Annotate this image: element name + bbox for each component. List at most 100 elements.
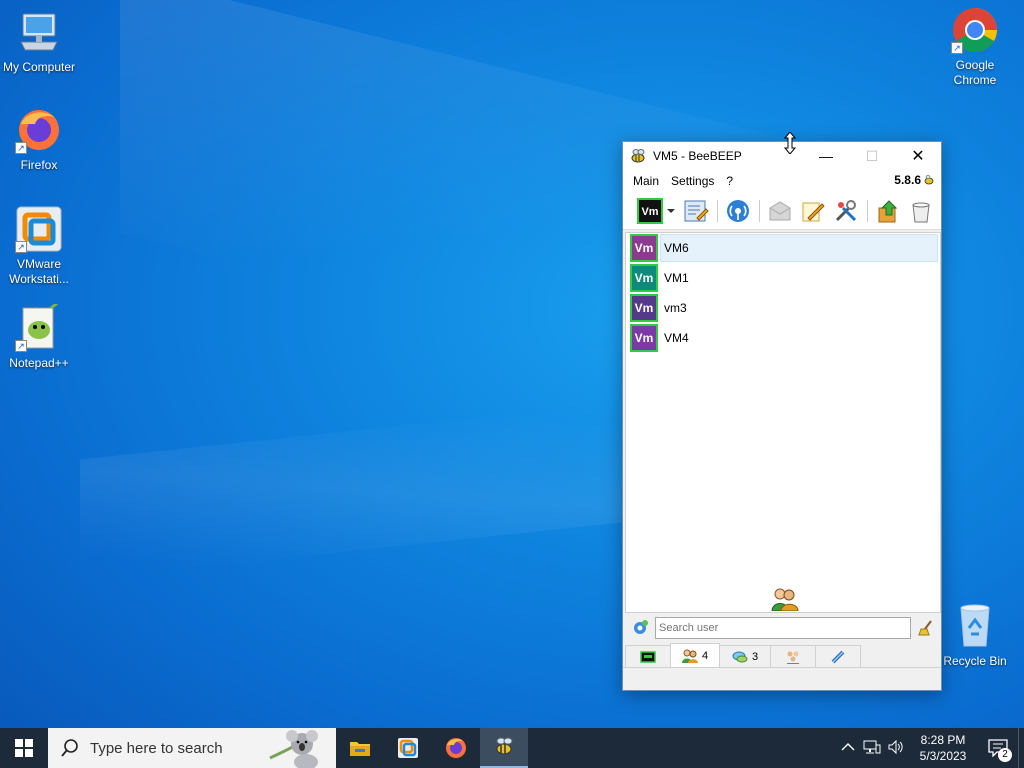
desktop-icon-chrome[interactable]: ↗ Google Chrome — [936, 6, 1014, 88]
desktop-icon-label: Firefox — [20, 158, 58, 172]
taskbar-file-explorer[interactable] — [336, 728, 384, 768]
clock-date: 5/3/2023 — [919, 749, 967, 763]
files-icon — [831, 650, 845, 663]
tab-files[interactable] — [815, 645, 861, 667]
taskbar-firefox[interactable] — [432, 728, 480, 768]
menu-settings[interactable]: Settings — [665, 174, 720, 188]
firefox-icon — [446, 738, 466, 758]
desktop-icon-firefox[interactable]: ↗ Firefox — [0, 106, 78, 173]
bee-icon — [496, 737, 513, 755]
upload-share-icon[interactable] — [874, 197, 902, 225]
menu-help[interactable]: ? — [720, 174, 739, 188]
toolbar-separator — [717, 199, 718, 222]
computer-icon — [15, 8, 63, 56]
desktop-icon-notepadpp[interactable]: ↗ Notepad++ — [0, 298, 78, 371]
taskbar-vmware[interactable] — [384, 728, 432, 768]
resize-cursor-icon — [783, 131, 797, 155]
clear-basket-icon[interactable] — [907, 197, 935, 225]
edit-profile-icon[interactable] — [682, 197, 710, 225]
groups-icon — [787, 651, 799, 664]
write-note-icon[interactable] — [799, 197, 827, 225]
desktop-icon-my-computer[interactable]: My Computer — [0, 8, 78, 75]
windows-logo-icon — [15, 739, 33, 757]
people-icon — [770, 587, 800, 612]
tab-users[interactable]: 4 — [670, 643, 720, 667]
user-row[interactable]: Vm VM4 — [626, 323, 940, 353]
shortcut-arrow-icon: ↗ — [951, 42, 963, 54]
svg-text:Vm: Vm — [641, 206, 658, 218]
clear-search-icon[interactable] — [917, 619, 935, 637]
notification-center-button[interactable]: 2 — [978, 728, 1018, 768]
volume-icon[interactable] — [884, 739, 908, 758]
toolbar-separator — [867, 199, 868, 222]
shortcut-arrow-icon: ↗ — [15, 142, 27, 154]
clock[interactable]: 8:28 PM 5/3/2023 — [908, 732, 978, 764]
notepadpp-icon: ↗ — [15, 298, 63, 352]
search-row — [623, 614, 941, 642]
message-disabled-icon — [766, 197, 794, 225]
search-placeholder: Type here to search — [90, 739, 223, 757]
close-button[interactable]: ✕ — [895, 142, 941, 170]
toolbar: Vm — [623, 192, 941, 230]
user-name: VM6 — [660, 234, 938, 262]
user-name: VM4 — [664, 331, 689, 345]
tab-computer[interactable] — [625, 645, 671, 667]
chat-icon — [732, 651, 748, 662]
desktop-icon-vmware[interactable]: ↗ VMware Workstati... — [0, 205, 78, 287]
users-icon — [681, 649, 698, 663]
folder-icon — [350, 742, 370, 756]
chevron-up-icon[interactable] — [836, 741, 860, 755]
user-row[interactable]: Vm vm3 — [626, 293, 940, 323]
desktop-icon-label: VMware Workstati... — [9, 257, 69, 286]
tab-groups[interactable] — [770, 645, 816, 667]
user-name: VM1 — [664, 271, 689, 285]
desktop-icon-label: My Computer — [2, 60, 76, 74]
recycle-bin-icon — [951, 602, 999, 650]
bee-small-icon — [924, 175, 934, 185]
start-button[interactable] — [0, 728, 48, 768]
desktop-icon-recycle-bin[interactable]: Recycle Bin — [936, 602, 1014, 669]
desktop-icon-label: Google Chrome — [953, 58, 997, 87]
toolbar-separator — [759, 199, 760, 222]
minimize-button[interactable]: — — [803, 142, 849, 170]
chrome-icon: ↗ — [951, 6, 999, 54]
desktop-icon-label: Notepad++ — [9, 356, 69, 370]
clock-time: 8:28 PM — [920, 733, 966, 747]
title-bar[interactable]: VM5 - BeeBEEP — ☐ ✕ — [623, 142, 941, 170]
window-title: VM5 - BeeBEEP — [653, 149, 742, 163]
vmware-icon: ↗ — [15, 205, 63, 253]
tab-chats[interactable]: 3 — [719, 645, 771, 667]
user-avatar: Vm — [630, 264, 658, 292]
system-tray: 8:28 PM 5/3/2023 2 — [836, 728, 1024, 768]
show-desktop-button[interactable] — [1018, 728, 1024, 768]
user-row[interactable]: Vm VM1 — [626, 263, 940, 293]
user-avatar: Vm — [630, 234, 658, 262]
notification-count-badge: 2 — [998, 748, 1012, 762]
user-list[interactable]: Vm VM6 Vm VM1 Vm vm3 Vm VM4 — [625, 232, 941, 613]
user-row[interactable]: Vm VM6 — [626, 233, 940, 263]
desktop-icon-label: Recycle Bin — [943, 654, 1007, 668]
version-text: 5.8.6 — [894, 173, 921, 187]
tools-icon[interactable] — [832, 197, 860, 225]
menu-bar: Main Settings ? 5.8.6 — [623, 170, 941, 192]
user-avatar: Vm — [630, 324, 658, 352]
status-dropdown-button[interactable]: Vm — [637, 197, 677, 225]
network-icon[interactable] — [724, 197, 752, 225]
menu-main[interactable]: Main — [627, 174, 665, 188]
gear-icon[interactable] — [631, 619, 649, 637]
shortcut-arrow-icon: ↗ — [15, 241, 27, 253]
bottom-tabs: 4 3 — [623, 643, 941, 668]
bee-icon — [629, 147, 647, 165]
chats-count: 3 — [751, 650, 759, 663]
search-user-input[interactable] — [655, 617, 911, 639]
beebeep-window[interactable]: VM5 - BeeBEEP — ☐ ✕ Main Settings ? 5.8.… — [622, 141, 942, 691]
taskbar-beebeep[interactable] — [480, 728, 528, 768]
taskbar-search[interactable]: Type here to search — [48, 728, 336, 768]
user-name: vm3 — [664, 301, 687, 315]
koala-illustration-icon — [269, 730, 318, 768]
taskbar: Type here to search 8:28 PM 5/3/2023 2 — [0, 728, 1024, 768]
users-count: 4 — [701, 649, 709, 662]
search-icon — [61, 739, 78, 757]
network-icon[interactable] — [860, 739, 884, 758]
user-avatar: Vm — [630, 294, 658, 322]
